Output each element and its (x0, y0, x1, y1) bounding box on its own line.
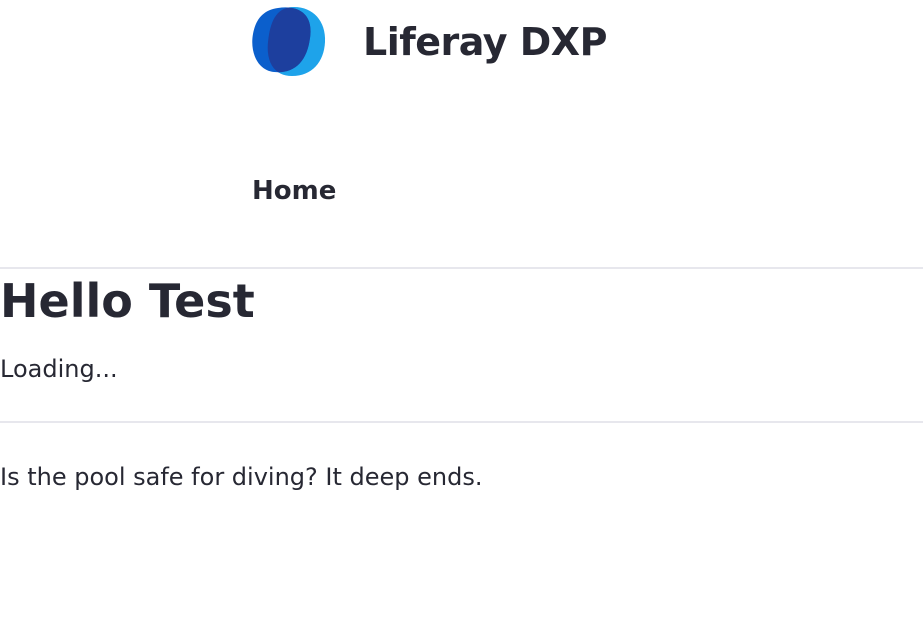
liferay-logo-icon (252, 6, 326, 76)
page-title: Hello Test (0, 274, 255, 328)
page: Liferay DXP Home Hello Test Loading... I… (0, 0, 923, 624)
header-divider (0, 267, 923, 269)
site-brand-link[interactable]: Liferay DXP (252, 6, 607, 78)
nav-item-home[interactable]: Home (252, 176, 336, 206)
main-navigation: Home (252, 172, 336, 210)
content-divider (0, 421, 923, 423)
loading-status-text: Loading... (0, 355, 118, 383)
web-content-text: Is the pool safe for diving? It deep end… (0, 463, 483, 491)
site-name: Liferay DXP (363, 20, 607, 64)
